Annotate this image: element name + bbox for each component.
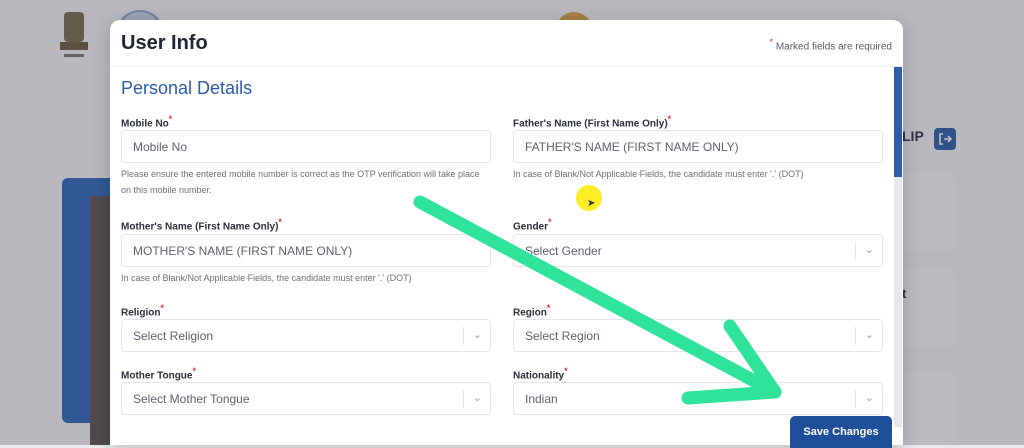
scrollbar[interactable] <box>894 67 902 427</box>
region-select[interactable]: Select Region ⌄ <box>513 319 883 352</box>
chevron-down-icon: ⌄ <box>864 244 874 256</box>
father-name-input[interactable]: FATHER'S NAME (FIRST NAME ONLY) <box>513 130 883 163</box>
user-info-modal: User Info * Marked fields are required P… <box>110 20 903 445</box>
section-title: Personal Details <box>121 78 253 98</box>
gender-label: Gender* <box>513 217 552 233</box>
gender-select[interactable]: Select Gender ⌄ <box>513 234 883 267</box>
father-name-hint: In case of Blank/Not Applicable Fields, … <box>513 169 804 179</box>
scrollbar-thumb[interactable] <box>894 67 902 177</box>
chevron-down-icon: ⌄ <box>864 329 874 341</box>
mobile-label: Mobile No* <box>121 114 173 130</box>
mobile-input[interactable]: Mobile No <box>121 130 491 163</box>
chevron-down-icon: ⌄ <box>864 392 874 404</box>
nationality-label: Nationality* <box>513 366 568 382</box>
region-label: Region* <box>513 303 551 319</box>
chevron-down-icon: ⌄ <box>472 392 482 404</box>
pointer-cursor-icon: ➤ <box>587 198 596 209</box>
religion-label: Religion* <box>121 303 164 319</box>
save-changes-button[interactable]: Save Changes <box>790 416 892 448</box>
mother-name-hint: In case of Blank/Not Applicable Fields, … <box>121 273 412 283</box>
modal-title: User Info <box>121 32 208 54</box>
mother-tongue-label: Mother Tongue* <box>121 366 196 382</box>
required-fields-note: * Marked fields are required <box>769 37 892 53</box>
modal-header: User Info * Marked fields are required <box>110 20 903 67</box>
religion-select[interactable]: Select Religion ⌄ <box>121 319 491 352</box>
mother-tongue-select[interactable]: Select Mother Tongue ⌄ <box>121 382 491 415</box>
father-name-label: Father's Name (First Name Only)* <box>513 114 672 130</box>
chevron-down-icon: ⌄ <box>472 329 482 341</box>
nationality-select[interactable]: Indian ⌄ <box>513 382 883 415</box>
mobile-hint: Please ensure the entered mobile number … <box>121 169 480 195</box>
mother-name-label: Mother's Name (First Name Only)* <box>121 217 282 233</box>
mother-name-input[interactable]: MOTHER'S NAME (FIRST NAME ONLY) <box>121 234 491 267</box>
